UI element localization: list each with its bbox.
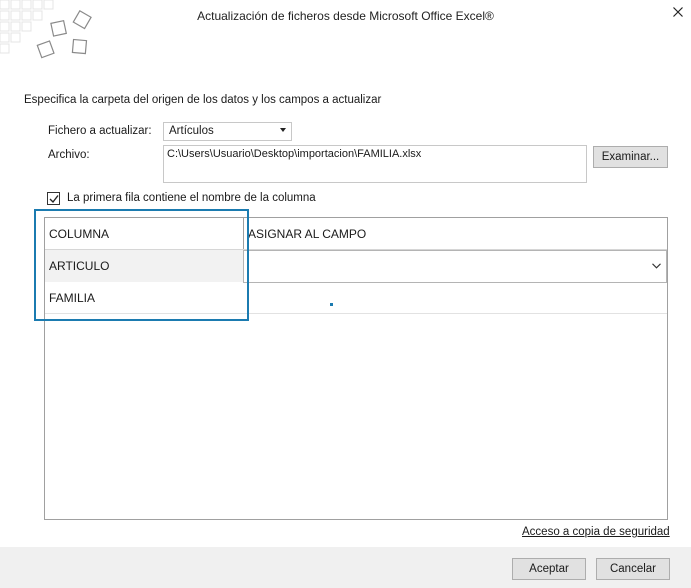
section-label: Especifica la carpeta del origen de los … <box>24 94 382 106</box>
archivo-path-field[interactable]: C:\Users\Usuario\Desktop\importacion\FAM… <box>163 145 587 183</box>
column-separator <box>243 217 244 250</box>
cancel-button[interactable]: Cancelar <box>596 558 670 580</box>
chevron-down-icon <box>652 263 661 269</box>
backup-link[interactable]: Acceso a copia de seguridad <box>522 526 670 538</box>
header-row-checkbox-label: La primera fila contiene el nombre de la… <box>67 192 316 204</box>
table-cell-columna[interactable]: FAMILIA <box>49 291 95 305</box>
archivo-label: Archivo: <box>48 149 90 161</box>
column-header-asignar[interactable]: ASIGNAR AL CAMPO <box>248 227 366 241</box>
close-button[interactable] <box>667 2 689 22</box>
fichero-select-value: Artículos <box>169 125 214 137</box>
checkmark-icon <box>49 195 59 204</box>
column-header-columna[interactable]: COLUMNA <box>49 227 109 241</box>
table-cell-columna[interactable]: ARTICULO <box>49 259 109 273</box>
footer-bar <box>0 547 691 588</box>
dropdown-arrow-icon <box>280 128 286 132</box>
window-title: Actualización de ficheros desde Microsof… <box>197 9 494 23</box>
accept-button[interactable]: Aceptar <box>512 558 586 580</box>
examinar-button[interactable]: Examinar... <box>593 146 668 168</box>
row-divider <box>45 313 667 314</box>
fichero-select[interactable]: Artículos <box>163 122 292 141</box>
campo-combo[interactable] <box>243 250 667 283</box>
header-row-checkbox[interactable] <box>47 192 60 205</box>
cursor-dot <box>330 303 333 306</box>
close-icon <box>673 7 683 17</box>
fichero-label: Fichero a actualizar: <box>48 125 152 137</box>
